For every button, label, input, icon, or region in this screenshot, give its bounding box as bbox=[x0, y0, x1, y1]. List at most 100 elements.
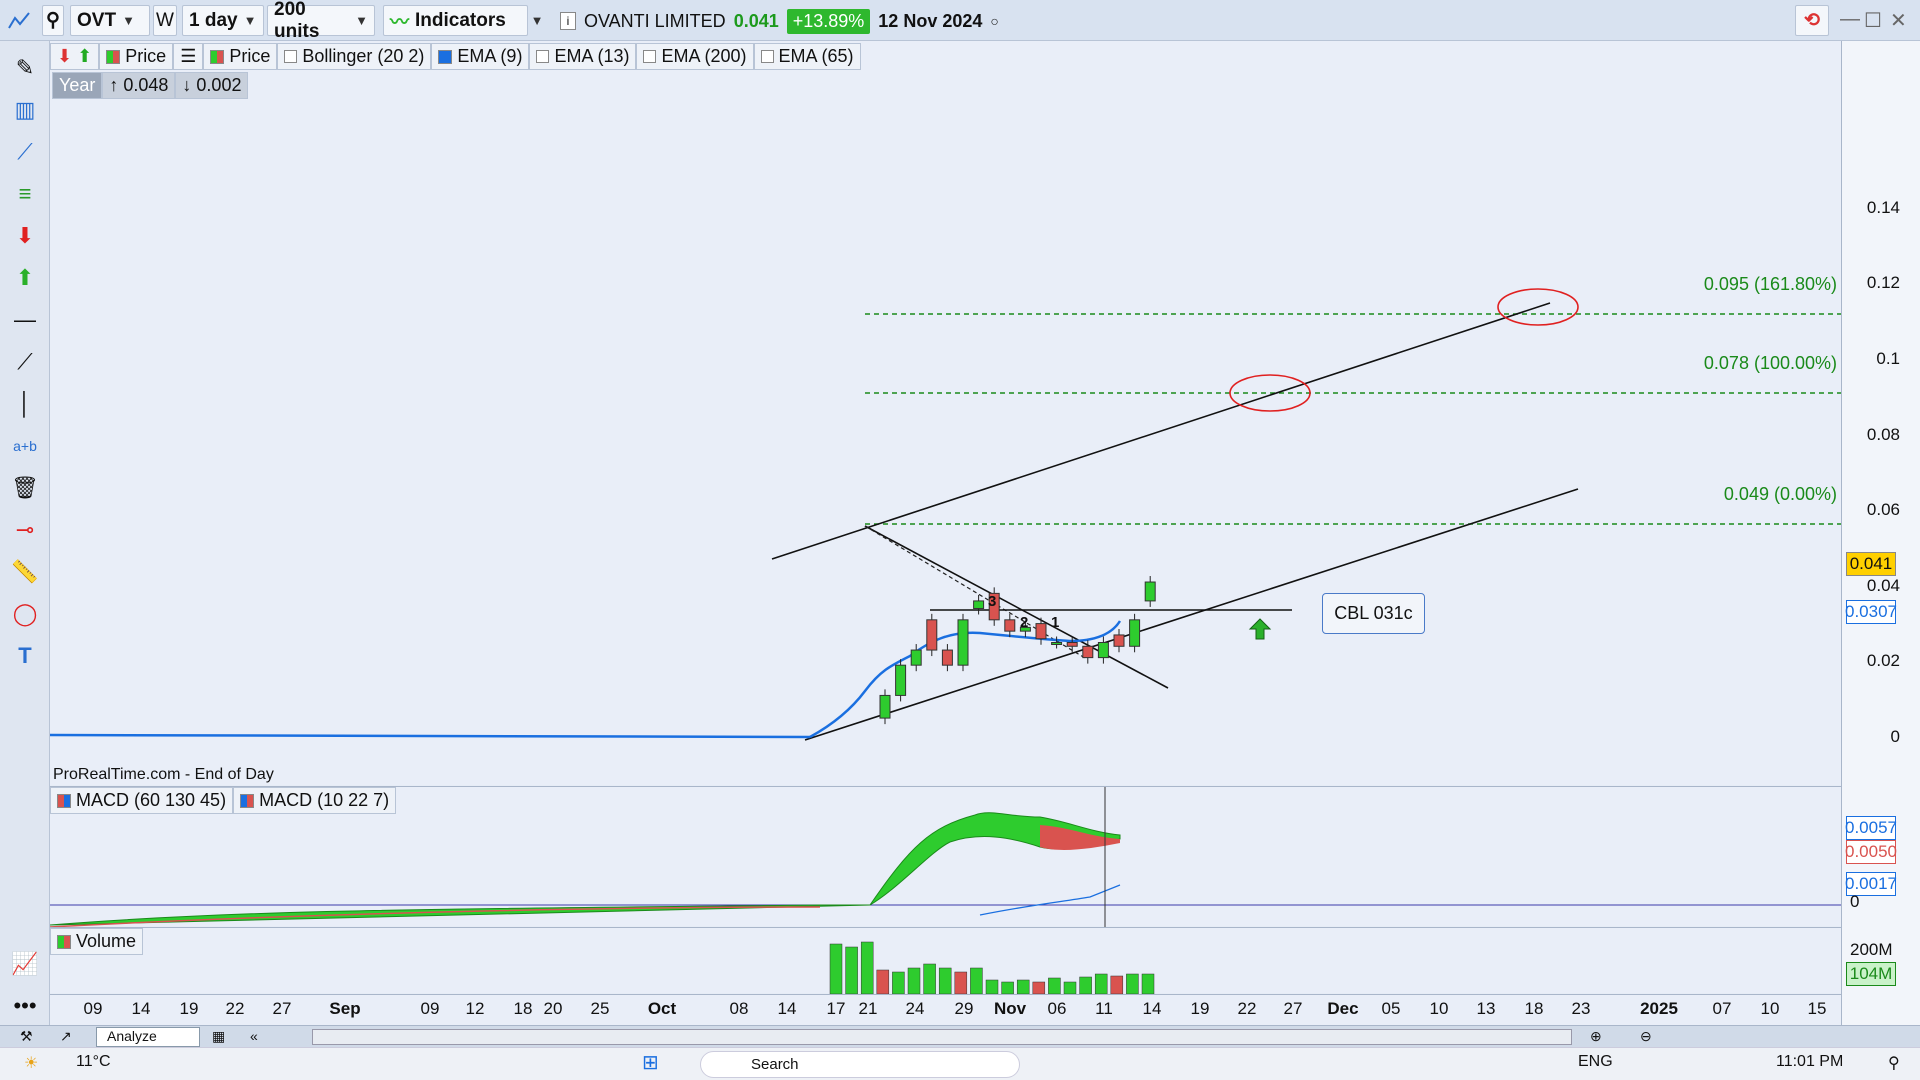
x-tick-label: 09 bbox=[420, 999, 440, 1018]
cbl-label-box[interactable]: CBL 031c bbox=[1322, 593, 1425, 634]
maximize-icon[interactable]: ☐ bbox=[1864, 8, 1882, 33]
alerts-icon[interactable]: 📈 bbox=[8, 947, 42, 981]
downtrend-line bbox=[864, 525, 1169, 689]
volume-bar bbox=[1094, 973, 1108, 994]
arrow-up-icon[interactable]: ⬆ bbox=[8, 261, 42, 295]
macd-histogram-green bbox=[50, 812, 1121, 926]
ellipse-icon[interactable]: ◯ bbox=[8, 597, 42, 631]
link-tool-icon[interactable]: ↗ bbox=[60, 1028, 72, 1045]
minimize-icon[interactable]: — bbox=[1840, 8, 1860, 31]
fib-label-0: 0.049 (0.00%) bbox=[1723, 484, 1837, 504]
macd-slow-line bbox=[979, 884, 1121, 916]
units-select[interactable]: 200 units ▼ bbox=[267, 0, 375, 42]
x-tick-label: 24 bbox=[905, 999, 925, 1018]
x-axis[interactable]: 09 14 19 22 27 Sep 09 12 18 20 25 Oct 08 14 17 21 24 29 No… bbox=[50, 994, 1841, 1025]
zoom-out-icon[interactable]: ⊖ bbox=[1640, 1028, 1652, 1045]
volume-bar bbox=[970, 967, 983, 994]
horizontal-line-icon[interactable]: — bbox=[8, 303, 42, 337]
zoom-in-icon[interactable]: ⊕ bbox=[1590, 1028, 1602, 1045]
candle-body bbox=[1066, 642, 1078, 647]
ruler-icon[interactable]: 📏 bbox=[8, 555, 42, 589]
candle-body bbox=[910, 649, 922, 666]
x-tick-label: 15 bbox=[1807, 999, 1827, 1018]
price-tick: 0 bbox=[1890, 727, 1900, 746]
fib-lines-icon[interactable]: ≡ bbox=[8, 177, 42, 211]
chevron-down-icon: ▼ bbox=[355, 13, 368, 28]
start-icon[interactable]: ⊞ bbox=[642, 1050, 659, 1075]
x-tick-label: Oct bbox=[647, 999, 677, 1018]
volume-bars-group bbox=[829, 941, 1155, 994]
macd-panel[interactable]: MACD (60 130 45) MACD (10 22 7) bbox=[50, 786, 1841, 927]
units-label: 200 units bbox=[274, 0, 320, 42]
pencil-icon[interactable]: ✎ bbox=[8, 51, 42, 85]
volume-bar bbox=[1048, 977, 1061, 994]
period-select[interactable]: 1 day ▼ bbox=[182, 5, 264, 36]
text-icon[interactable]: T bbox=[8, 639, 42, 673]
last-price-tag: 0.041 bbox=[1846, 552, 1896, 576]
macd-tag-1: 0.0057 bbox=[1845, 816, 1897, 840]
candle-body bbox=[973, 600, 985, 609]
segment-icon[interactable]: ⊸ bbox=[8, 513, 42, 547]
price-panel[interactable]: ⬇ ⬆ Price ☰ Price Bollinger (20 2) EMA (9… bbox=[50, 41, 1841, 785]
price-tick: 0.12 bbox=[1866, 273, 1900, 293]
x-tick-label: 11 bbox=[1095, 999, 1113, 1018]
fibonacci-icon[interactable]: ▥ bbox=[8, 93, 42, 127]
tab-prev-icon[interactable]: « bbox=[250, 1028, 258, 1044]
vertical-line-icon[interactable]: │ bbox=[8, 387, 42, 421]
tools-icon[interactable]: ⚒ bbox=[20, 1028, 33, 1045]
language-label: ENG bbox=[1578, 1053, 1613, 1070]
w-button[interactable]: W bbox=[153, 5, 177, 36]
source-note: ProRealTime.com - End of Day bbox=[53, 766, 274, 783]
candle-body bbox=[941, 649, 953, 666]
text-formula-icon[interactable]: a+b bbox=[8, 429, 42, 463]
info-icon[interactable]: i bbox=[560, 12, 576, 30]
volume-bar bbox=[1016, 979, 1030, 994]
analyze-tab[interactable]: Analyze bbox=[96, 1027, 200, 1047]
macd-svg bbox=[50, 787, 1841, 927]
search-icon[interactable]: ⚲ bbox=[1888, 1053, 1900, 1073]
x-tick-label: 10 bbox=[1429, 999, 1449, 1018]
os-taskbar: ☀ 11°C ⊞ Search ENG 11:01 PM ⚲ bbox=[0, 1047, 1920, 1080]
x-tick-label: 05 bbox=[1381, 999, 1401, 1018]
change-badge: +13.89% bbox=[786, 8, 871, 34]
trash-icon[interactable]: 🗑 bbox=[8, 471, 42, 505]
price-tick: 0.08 bbox=[1866, 424, 1900, 444]
link-icon[interactable]: ⚲ bbox=[42, 5, 64, 36]
weather-icon: ☀ bbox=[24, 1055, 39, 1072]
indicators-dropdown[interactable]: ▼ bbox=[528, 5, 546, 36]
channel-upper-line bbox=[771, 302, 1551, 560]
x-tick-label: 23 bbox=[1571, 999, 1591, 1018]
ema-price-tag: 0.0307 bbox=[1845, 600, 1897, 624]
trendline-icon[interactable]: ⟋ bbox=[8, 345, 42, 379]
refresh-icon[interactable]: ⟲ bbox=[1795, 5, 1829, 36]
top-toolbar: ⚲ OVT ▼ W 1 day ▼ 200 units ▼ 〰 Indicators … bbox=[0, 0, 1920, 42]
horizontal-scrollbar[interactable] bbox=[312, 1029, 1572, 1045]
indicators-button[interactable]: 〰 Indicators bbox=[383, 5, 528, 36]
chevron-down-icon: ▼ bbox=[122, 13, 135, 28]
x-tick-label: 18 bbox=[513, 999, 533, 1018]
bottom-toolbar: ⚒ ↗ Analyze ▦ « ⊕ ⊖ bbox=[0, 1025, 1920, 1047]
candle-body bbox=[957, 619, 969, 666]
x-tick-label: 06 bbox=[1047, 999, 1067, 1018]
symbol-select[interactable]: OVT ▼ bbox=[70, 5, 150, 36]
drawing-toolbar: ✎ ▥ ⟋ ≡ ⬇ ⬆ — ⟋ │ a+b 🗑 ⊸ 📏 ◯ T 📈 ••• bbox=[0, 41, 50, 1045]
x-tick-label: 21 bbox=[858, 999, 878, 1018]
chart-type-icon[interactable] bbox=[4, 5, 34, 36]
fib-fan-icon[interactable]: ⟋ bbox=[8, 135, 42, 169]
taskbar-search[interactable]: Search bbox=[700, 1051, 1020, 1078]
volume-bar bbox=[1001, 981, 1014, 994]
arrow-down-icon[interactable]: ⬇ bbox=[8, 219, 42, 253]
instrument-name: OVANTI LIMITED bbox=[584, 10, 726, 31]
ema-flat bbox=[50, 733, 811, 739]
indicators-icon: 〰 bbox=[390, 12, 410, 33]
calendar-icon[interactable]: ▦ bbox=[212, 1028, 225, 1045]
volume-bar bbox=[1063, 981, 1077, 994]
close-icon[interactable]: ✕ bbox=[1890, 8, 1907, 33]
x-tick-label: 13 bbox=[1476, 999, 1496, 1018]
period-label: 1 day bbox=[189, 9, 238, 31]
fib-label-100: 0.078 (100.00%) bbox=[1703, 353, 1837, 373]
more-icon[interactable]: ••• bbox=[8, 989, 42, 1023]
radio-icon[interactable]: ○ bbox=[990, 13, 998, 29]
volume-panel[interactable]: Volume bbox=[50, 927, 1841, 994]
x-tick-label: 14 bbox=[777, 999, 797, 1018]
